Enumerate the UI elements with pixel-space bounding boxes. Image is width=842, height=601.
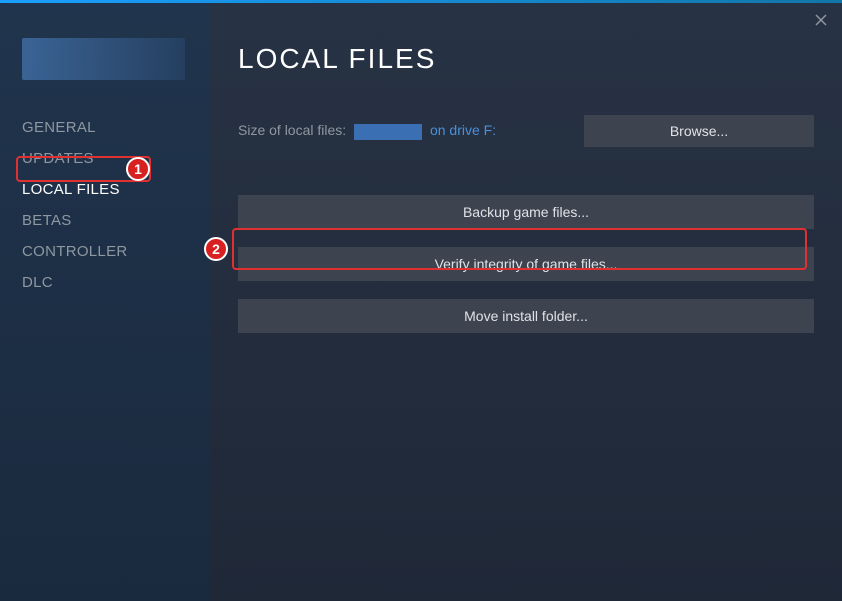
sidebar-item-dlc[interactable]: DLC [0,267,210,298]
browse-button[interactable]: Browse... [584,115,814,147]
sidebar-item-controller[interactable]: CONTROLLER [0,236,210,267]
main-panel: LOCAL FILES Size of local files: on driv… [210,3,842,601]
backup-game-files-button[interactable]: Backup game files... [238,195,814,229]
game-title-placeholder [22,38,185,80]
verify-integrity-button[interactable]: Verify integrity of game files... [238,247,814,281]
size-value-redacted [354,124,422,140]
drive-text: on drive F: [430,122,496,138]
sidebar-item-updates[interactable]: UPDATES [0,143,210,174]
size-prefix-text: Size of local files: [238,122,346,138]
close-icon[interactable] [812,11,830,29]
sidebar-item-betas[interactable]: BETAS [0,205,210,236]
main-container: GENERAL UPDATES LOCAL FILES BETAS CONTRO… [0,3,842,601]
sidebar-item-local-files[interactable]: LOCAL FILES [0,174,210,205]
move-install-folder-button[interactable]: Move install folder... [238,299,814,333]
sidebar: GENERAL UPDATES LOCAL FILES BETAS CONTRO… [0,3,210,601]
page-title: LOCAL FILES [238,43,814,75]
size-row: Size of local files: on drive F: Browse.… [238,115,814,147]
sidebar-item-general[interactable]: GENERAL [0,112,210,143]
size-label: Size of local files: on drive F: [238,122,496,139]
